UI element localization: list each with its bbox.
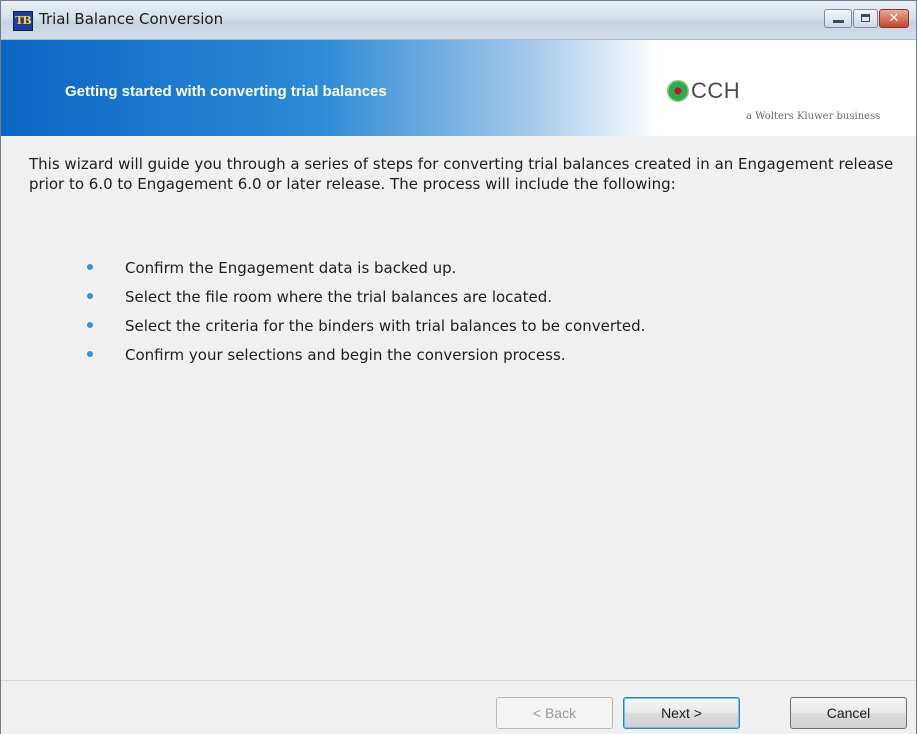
window-title: Trial Balance Conversion [39,10,224,28]
step-label: Confirm the Engagement data is backed up… [125,259,457,277]
steps-list: Confirm the Engagement data is backed up… [87,258,645,374]
intro-text: This wizard will guide you through a ser… [29,155,894,193]
bullet-icon [87,264,93,270]
back-button[interactable]: < Back [496,697,613,729]
app-icon: TB [13,11,33,31]
minimize-icon [833,20,844,23]
step-label: Select the file room where the trial bal… [125,288,553,306]
wizard-content: This wizard will guide you through a ser… [1,136,916,680]
list-item: Confirm your selections and begin the co… [87,345,645,374]
close-icon: ✕ [888,11,900,26]
minimize-button[interactable] [824,9,852,28]
cch-logo: CCH a Wolters Kluwer business [665,77,905,127]
title-bar[interactable]: TB Trial Balance Conversion ✕ [1,1,916,40]
step-label: Confirm your selections and begin the co… [125,346,566,364]
maximize-icon [861,14,870,22]
list-item: Confirm the Engagement data is backed up… [87,258,645,287]
wizard-window: TB Trial Balance Conversion ✕ Getting st… [0,0,917,734]
page-title: Getting started with converting trial ba… [65,83,387,100]
close-button[interactable]: ✕ [879,9,909,28]
logo-subtitle: a Wolters Kluwer business [746,111,881,122]
cch-logo-icon [667,80,689,102]
bullet-icon [87,351,93,357]
header-banner: Getting started with converting trial ba… [1,40,916,136]
maximize-button[interactable] [853,9,878,28]
button-bar: < Back Next > Cancel [1,680,916,734]
next-button[interactable]: Next > [623,697,740,729]
list-item: Select the criteria for the binders with… [87,316,645,345]
logo-text: CCH [691,78,741,103]
bullet-icon [87,293,93,299]
step-label: Select the criteria for the binders with… [125,317,646,335]
bullet-icon [87,322,93,328]
list-item: Select the file room where the trial bal… [87,287,645,316]
cancel-button[interactable]: Cancel [790,697,907,729]
